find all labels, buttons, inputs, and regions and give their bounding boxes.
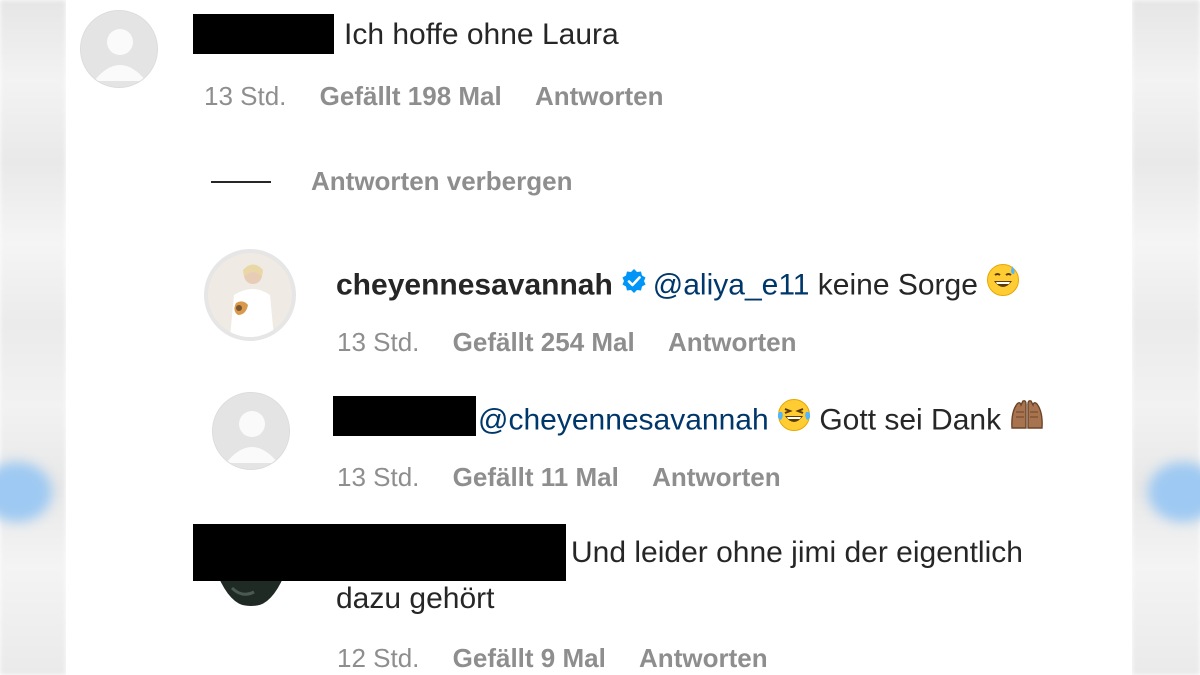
comment-body: keine Sorge <box>809 268 978 302</box>
raising-hands-emoji-icon <box>1009 398 1045 441</box>
likes-count[interactable]: Gefällt 254 Mal <box>453 327 635 357</box>
reply-button[interactable]: Antworten <box>639 643 768 673</box>
username-link[interactable]: cheyennesavannah <box>336 268 613 301</box>
redacted-username <box>333 396 476 436</box>
comment-text-continued: dazu gehört <box>336 582 495 615</box>
reply-button[interactable]: Antworten <box>668 327 797 357</box>
laughing-tears-emoji-icon <box>777 398 811 441</box>
divider-line <box>211 181 271 183</box>
comment-meta: 13 Std. Gefällt 11 Mal Antworten <box>337 462 781 492</box>
comment-text: cheyennesavannah @aliya_e11 keine Sorge <box>336 263 1020 310</box>
background-right <box>1132 0 1200 675</box>
sweat-smile-emoji-icon <box>986 263 1020 306</box>
comment-time: 13 Std. <box>204 81 287 111</box>
comment-time: 13 Std. <box>337 462 420 492</box>
background-left <box>0 0 66 675</box>
avatar[interactable] <box>204 249 296 341</box>
comment-text: Ich hoffe ohne Laura <box>344 18 619 51</box>
comment-body: Gott sei Dank <box>811 403 1002 437</box>
comment-text: @cheyennesavannah Gott sei Dank <box>478 398 1045 445</box>
reply-button[interactable]: Antworten <box>535 81 664 111</box>
mention-link[interactable]: @cheyennesavannah <box>478 403 769 436</box>
likes-count[interactable]: Gefällt 11 Mal <box>453 462 619 492</box>
comment-meta: 13 Std. Gefällt 198 Mal Antworten <box>204 81 664 111</box>
likes-count[interactable]: Gefällt 198 Mal <box>320 81 502 111</box>
comment-time: 12 Std. <box>337 643 420 673</box>
verified-badge-icon <box>621 267 647 303</box>
reply-button[interactable]: Antworten <box>652 462 781 492</box>
redacted-username <box>193 524 566 581</box>
mention-link[interactable]: @aliya_e11 <box>653 268 810 301</box>
hide-replies-button[interactable]: Antworten verbergen <box>311 166 573 197</box>
avatar[interactable] <box>80 10 158 88</box>
likes-count[interactable]: Gefällt 9 Mal <box>453 643 606 673</box>
comment-meta: 12 Std. Gefällt 9 Mal Antworten <box>337 643 768 673</box>
comment-time: 13 Std. <box>337 327 420 357</box>
comment-meta: 13 Std. Gefällt 254 Mal Antworten <box>337 327 797 357</box>
comment-text: Und leider ohne jimi der eigentlich <box>571 536 1023 569</box>
avatar[interactable] <box>212 392 290 470</box>
redacted-username <box>193 14 334 54</box>
